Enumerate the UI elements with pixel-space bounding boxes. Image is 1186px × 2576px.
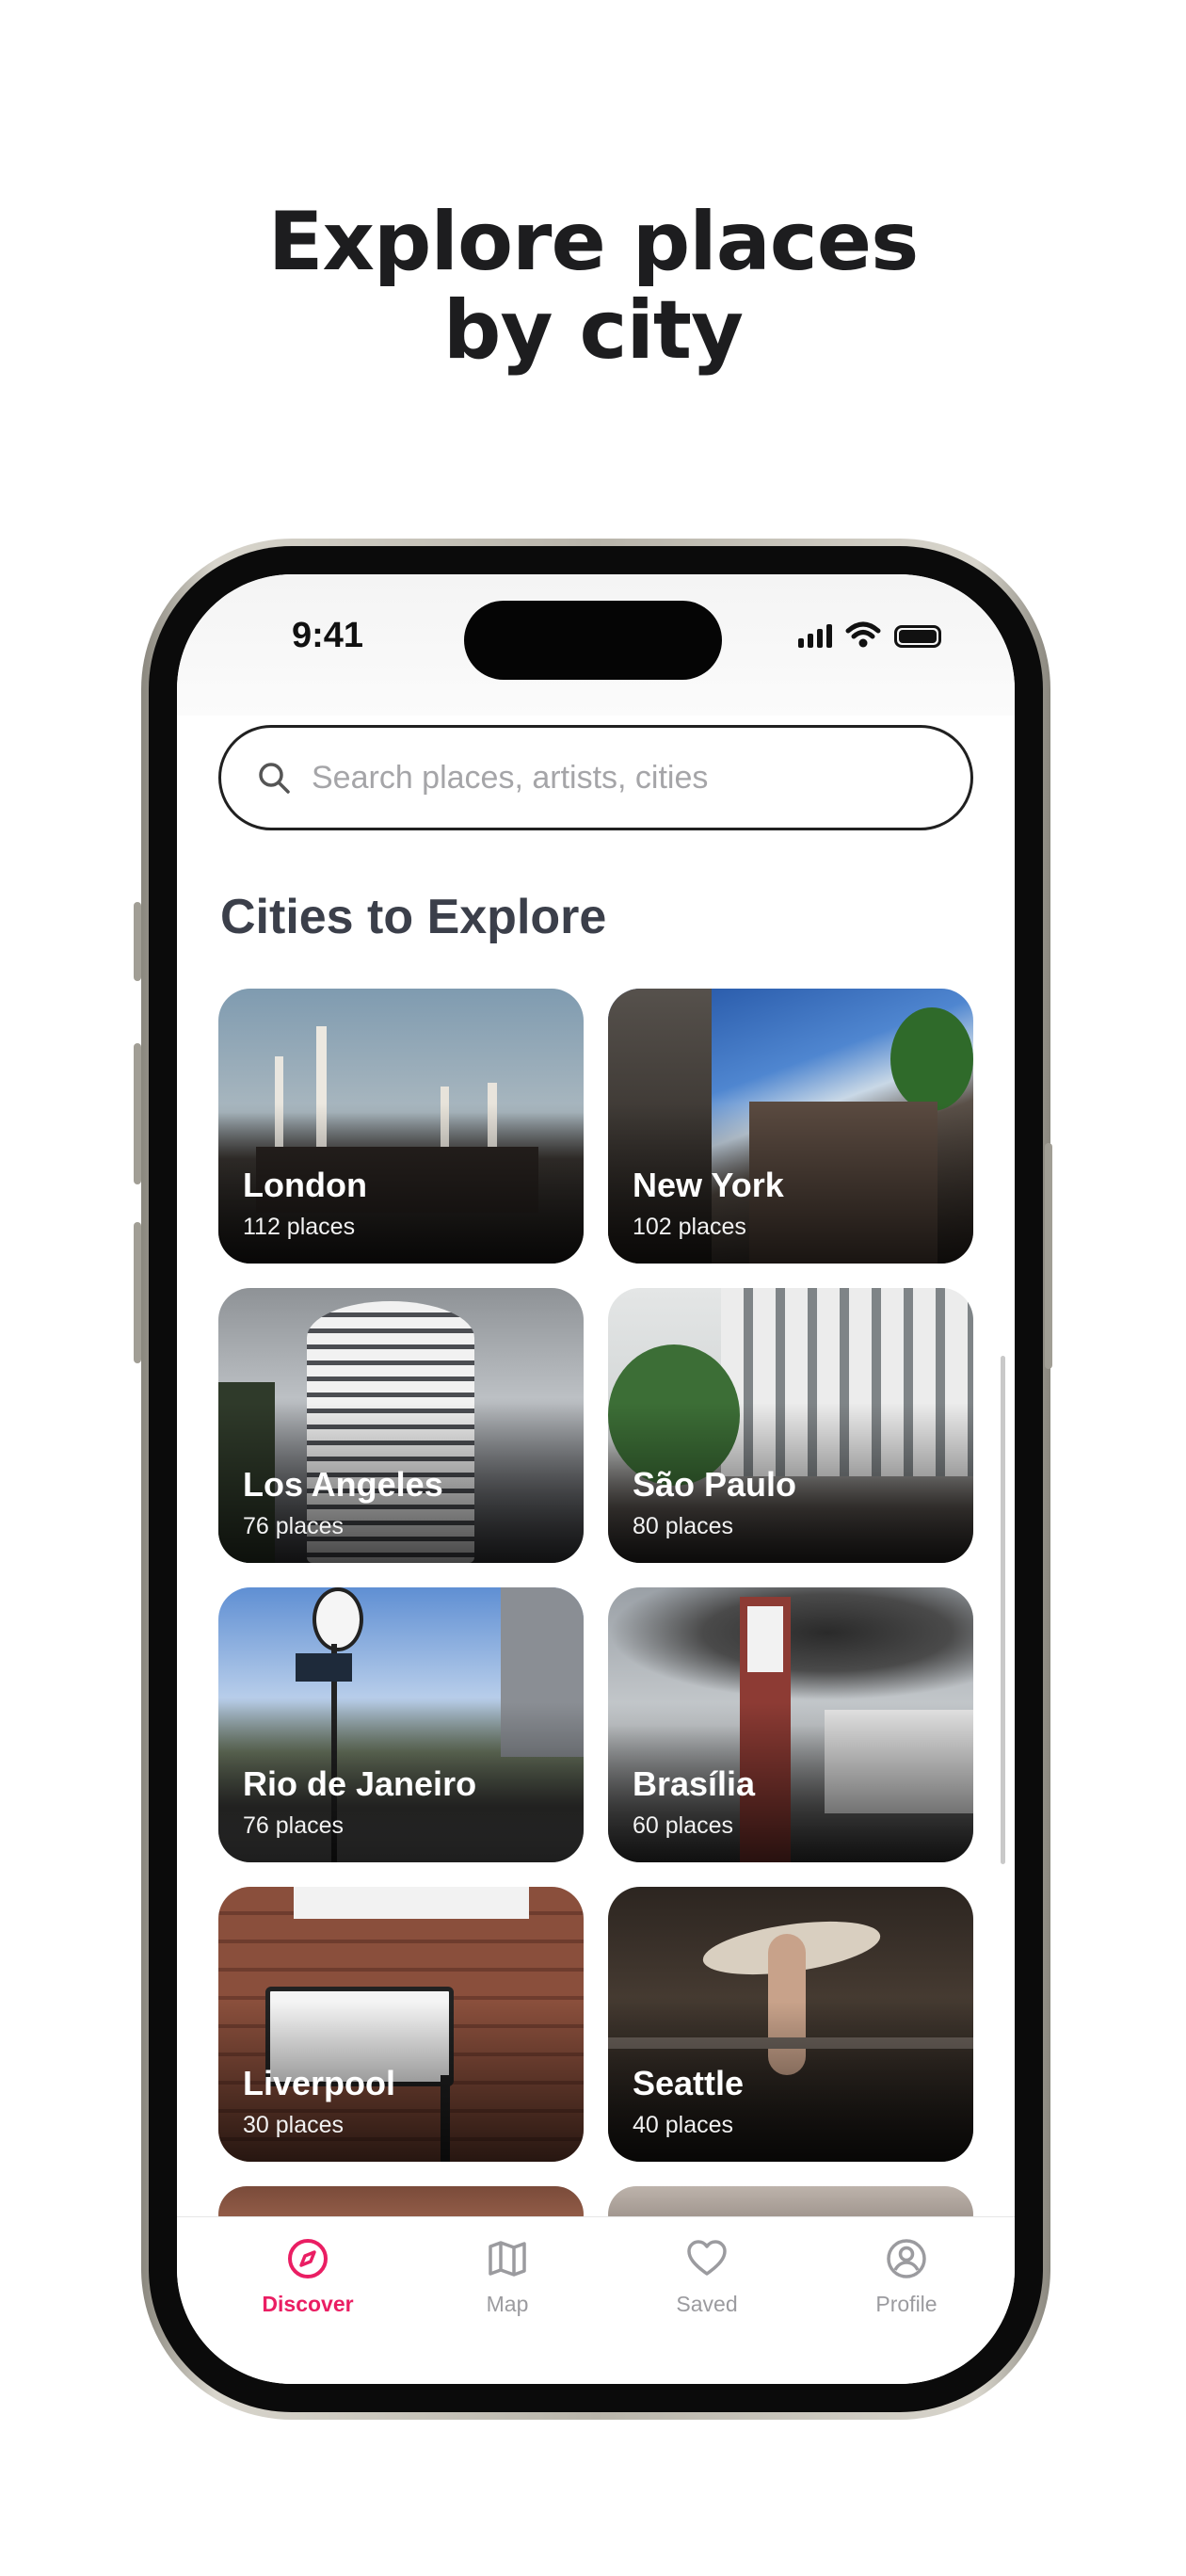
volume-up-button (134, 1043, 141, 1184)
section-title: Cities to Explore (220, 890, 607, 944)
action-button (134, 902, 141, 981)
scrollbar[interactable] (1001, 1356, 1005, 1864)
city-name: São Paulo (633, 1465, 797, 1504)
status-time: 9:41 (292, 616, 364, 655)
city-name: Liverpool (243, 2064, 396, 2102)
city-name: New York (633, 1166, 784, 1204)
headline: Explore places by city (0, 198, 1186, 375)
tab-map[interactable]: Map (446, 2236, 569, 2317)
app-screen: 9:41 Search places, artists, cities Citi… (177, 574, 1015, 2384)
city-card-los-angeles[interactable]: Los Angeles 76 places (218, 1288, 584, 1563)
search-bar[interactable]: Search places, artists, cities (218, 725, 973, 830)
city-card-london[interactable]: London 112 places (218, 989, 584, 1264)
wifi-icon (845, 621, 881, 648)
city-card-seattle[interactable]: Seattle 40 places (608, 1887, 973, 2162)
city-place-count: 76 places (243, 1513, 345, 1539)
headline-line-1: Explore places (267, 195, 920, 289)
compass-icon (288, 2239, 328, 2278)
city-card-new-york[interactable]: New York 102 places (608, 989, 973, 1264)
dynamic-island (464, 601, 722, 680)
city-name: Brasília (633, 1764, 756, 1803)
city-place-count: 30 places (243, 2112, 345, 2138)
tab-label: Discover (262, 2292, 354, 2316)
headline-line-2: by city (442, 283, 744, 378)
volume-down-button (134, 1222, 141, 1363)
city-place-count: 80 places (633, 1513, 734, 1539)
city-place-count: 40 places (633, 2112, 734, 2138)
status-icons (798, 621, 941, 648)
tab-profile[interactable]: Profile (845, 2236, 968, 2317)
city-card-sao-paulo[interactable]: São Paulo 80 places (608, 1288, 973, 1563)
city-name: London (243, 1166, 367, 1204)
city-card-rio-de-janeiro[interactable]: Rio de Janeiro 76 places (218, 1587, 584, 1862)
city-name: Los Angeles (243, 1465, 443, 1504)
city-place-count: 76 places (243, 1812, 345, 1839)
tab-label: Profile (875, 2292, 938, 2316)
heart-icon (687, 2240, 727, 2276)
search-input[interactable]: Search places, artists, cities (312, 760, 708, 797)
city-card-liverpool[interactable]: Liverpool 30 places (218, 1887, 584, 2162)
city-place-count: 60 places (633, 1812, 734, 1839)
tab-label: Saved (676, 2292, 738, 2316)
city-place-count: 102 places (633, 1214, 746, 1240)
power-button (1045, 1143, 1052, 1369)
tab-label: Map (486, 2292, 529, 2316)
tab-saved[interactable]: Saved (646, 2236, 768, 2317)
city-name: Seattle (633, 2064, 745, 2102)
profile-icon (887, 2239, 926, 2278)
map-icon (489, 2241, 526, 2277)
tab-discover[interactable]: Discover (247, 2236, 369, 2317)
search-icon (259, 763, 290, 794)
status-bar: 9:41 (177, 574, 1015, 716)
city-card-brasilia[interactable]: Brasília 60 places (608, 1587, 973, 1862)
city-name: Rio de Janeiro (243, 1764, 477, 1803)
signal-icon (798, 623, 832, 648)
tab-bar: Discover Map Saved Profile (177, 2216, 1015, 2384)
battery-icon (894, 625, 941, 648)
city-place-count: 112 places (243, 1214, 356, 1240)
